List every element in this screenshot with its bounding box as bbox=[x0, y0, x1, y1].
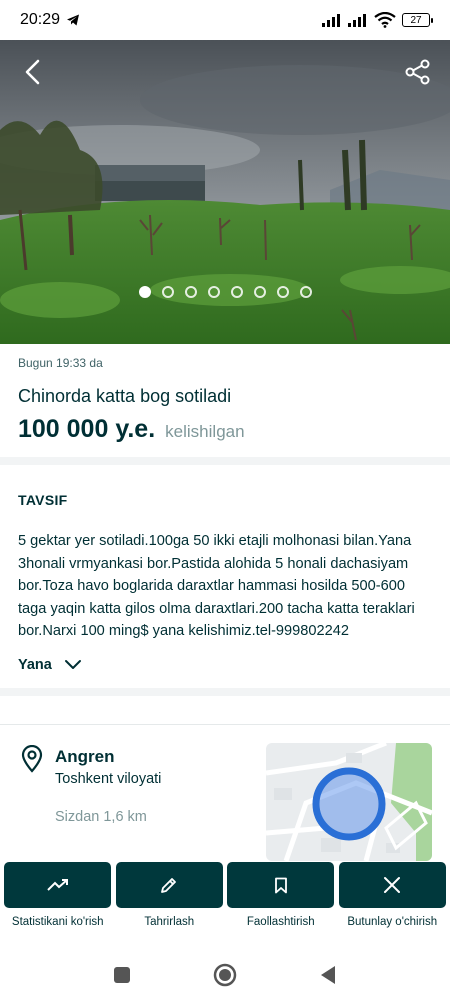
telegram-icon bbox=[67, 14, 80, 26]
close-icon bbox=[384, 877, 401, 893]
bookmark-icon bbox=[274, 877, 287, 893]
chevron-down-icon bbox=[64, 660, 81, 669]
delete-button[interactable] bbox=[338, 862, 446, 908]
show-more-button[interactable]: Yana bbox=[18, 657, 432, 673]
back-icon[interactable] bbox=[319, 965, 337, 985]
location-map[interactable] bbox=[266, 743, 432, 861]
posted-date: Bugun 19:33 da bbox=[18, 356, 103, 370]
photo-dot[interactable] bbox=[138, 286, 151, 298]
action-label: Tahrirlash bbox=[144, 916, 195, 928]
action-bar: Statistikani ko'rish Tahrirlash Faollash… bbox=[4, 862, 446, 928]
listing-header: Bugun 19:33 da Chinorda katta bog sotila… bbox=[0, 344, 450, 444]
battery-icon: 27 bbox=[402, 13, 433, 27]
action-label: Butunlay o'chirish bbox=[347, 916, 438, 928]
section-divider bbox=[0, 457, 450, 465]
photo-dot[interactable] bbox=[207, 286, 220, 298]
show-more-label: Yana bbox=[18, 656, 52, 673]
description-text: 5 gektar yer sotiladi.100ga 50 ikki etaj… bbox=[18, 533, 415, 639]
price-row: 100 000 y.e. kelishilgan bbox=[18, 415, 432, 444]
photo-dot[interactable] bbox=[276, 286, 289, 298]
photo-dot[interactable] bbox=[253, 286, 266, 298]
chart-trend-icon bbox=[47, 879, 68, 891]
share-icon bbox=[405, 59, 430, 85]
activate-button[interactable] bbox=[227, 862, 335, 908]
system-nav-bar bbox=[0, 950, 450, 1000]
photo-pagination bbox=[0, 286, 450, 298]
signal-icon bbox=[348, 14, 366, 27]
location-region: Toshkent viloyati bbox=[55, 771, 162, 787]
activate-action[interactable]: Faollashtirish bbox=[227, 862, 335, 928]
location-section[interactable]: Angren Toshkent viloyati Sizdan 1,6 km bbox=[0, 724, 450, 864]
listing-photo[interactable] bbox=[0, 40, 450, 344]
edit-button[interactable] bbox=[115, 862, 223, 908]
photo-dot[interactable] bbox=[161, 286, 174, 298]
description-section: TAVSIF 5 gektar yer sotiladi.100ga 50 ik… bbox=[0, 492, 450, 673]
back-arrow-icon bbox=[25, 59, 40, 85]
wifi-icon bbox=[374, 12, 396, 28]
photo-dot[interactable] bbox=[230, 286, 243, 298]
view-statistics-action[interactable]: Statistikani ko'rish bbox=[4, 862, 112, 928]
location-pin-icon bbox=[21, 745, 43, 773]
action-label: Statistikani ko'rish bbox=[11, 916, 104, 928]
pencil-icon bbox=[161, 878, 177, 893]
edit-action[interactable]: Tahrirlash bbox=[115, 862, 224, 928]
listing-title: Chinorda katta bog sotiladi bbox=[18, 386, 232, 406]
photo-gallery[interactable] bbox=[0, 40, 450, 344]
action-label: Faollashtirish bbox=[246, 916, 315, 928]
section-divider bbox=[0, 688, 450, 696]
description-heading: TAVSIF bbox=[18, 492, 68, 508]
battery-level: 27 bbox=[410, 14, 422, 26]
photo-dot[interactable] bbox=[184, 286, 197, 298]
status-time: 20:29 bbox=[20, 11, 61, 28]
map-preview bbox=[266, 743, 432, 861]
photo-dot[interactable] bbox=[299, 286, 312, 298]
listing-price: 100 000 y.e. bbox=[18, 415, 156, 443]
share-button[interactable] bbox=[400, 54, 436, 90]
status-bar: 20:29 27 bbox=[0, 0, 450, 40]
back-button[interactable] bbox=[14, 54, 50, 90]
home-icon[interactable] bbox=[213, 963, 237, 987]
status-icons: 27 bbox=[322, 12, 433, 28]
signal-icon bbox=[322, 14, 340, 27]
view-statistics-button[interactable] bbox=[4, 862, 112, 908]
negotiable-label: kelishilgan bbox=[165, 422, 245, 441]
delete-action[interactable]: Butunlay o'chirish bbox=[338, 862, 447, 928]
location-city: Angren bbox=[55, 747, 115, 766]
recent-apps-icon[interactable] bbox=[113, 966, 131, 984]
location-distance: Sizdan 1,6 km bbox=[55, 809, 147, 825]
